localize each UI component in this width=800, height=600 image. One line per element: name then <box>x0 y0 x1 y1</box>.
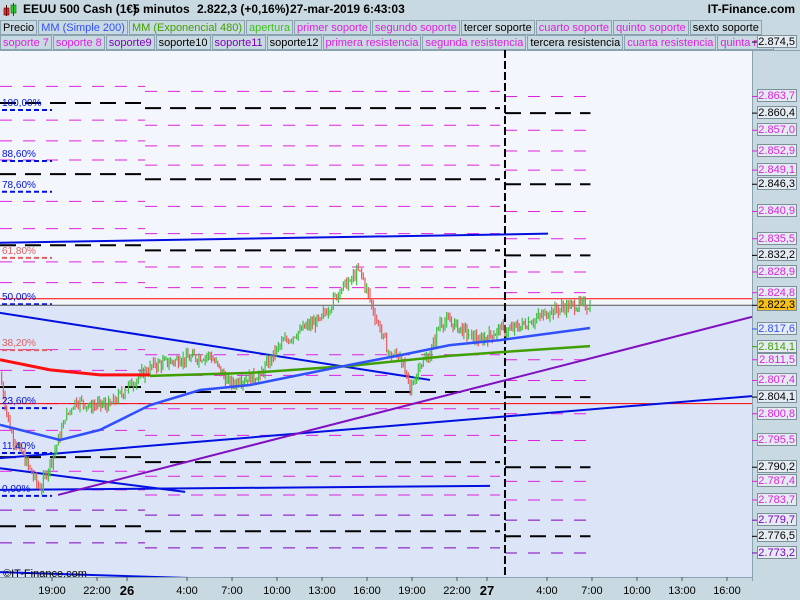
time-tick-label: 26 <box>119 583 135 598</box>
time-tick-label: 7:00 <box>581 585 603 597</box>
fib-label: 100,00% <box>2 98 42 110</box>
axis-border <box>752 50 753 581</box>
price-axis-label: 2.852,9 <box>757 143 797 157</box>
time-tick-label: 10:00 <box>263 585 291 597</box>
current-price-label: 2.822,3 <box>757 298 797 312</box>
price-axis-label: 2.779,7 <box>757 513 797 527</box>
time-tick-label: 27 <box>479 583 495 598</box>
price-axis-label: 2.828,9 <box>757 265 797 278</box>
price-axis-label: 2.857,0 <box>757 123 797 137</box>
price-axis-label: 2.832,2 <box>757 248 797 262</box>
time-tick-label: 19:00 <box>38 585 66 597</box>
price-axis-label: 2.860,4 <box>757 106 797 120</box>
plot-border <box>0 50 800 51</box>
time-tick-label: 4:00 <box>536 585 558 597</box>
price-chart[interactable] <box>0 0 800 600</box>
price-axis-label: 2.811,5 <box>757 352 797 366</box>
price-axis-label: 2.817,6 <box>757 322 797 335</box>
price-axis-label: 2.795,5 <box>757 433 797 447</box>
price-axis-label: 2.849,1 <box>757 163 797 177</box>
fib-label: 50,00% <box>2 292 36 304</box>
fib-label: 0,00% <box>2 483 31 495</box>
fib-label: 38,20% <box>2 338 36 350</box>
price-axis-label: 2.800,8 <box>757 406 797 420</box>
price-axis-label: 2.790,2 <box>757 460 797 474</box>
price-axis-label: 2.863,7 <box>757 89 797 103</box>
price-axis-label: 2.804,1 <box>757 390 797 404</box>
time-tick-label: 19:00 <box>398 585 426 597</box>
time-tick-label: 10:00 <box>623 585 651 597</box>
time-tick-label: 13:00 <box>308 585 336 597</box>
price-axis-label: 2.814,1 <box>757 339 797 353</box>
price-axis-label: 2.846,3 <box>757 177 797 191</box>
time-tick-label: 22:00 <box>443 585 471 597</box>
price-axis-label: 2.773,2 <box>757 545 797 559</box>
price-axis-label: 2.787,4 <box>757 474 797 488</box>
fib-label: 61,80% <box>2 245 36 257</box>
time-tick-label: 16:00 <box>353 585 381 597</box>
time-tick-label: 7:00 <box>221 585 243 597</box>
price-axis-label: 2.835,5 <box>757 231 797 245</box>
price-axis-label: 2.783,7 <box>757 492 797 506</box>
price-axis-label: 2.840,9 <box>757 204 797 218</box>
copyright: ©IT-Finance.com <box>3 568 87 580</box>
price-axis-label: 2.824,8 <box>757 285 797 299</box>
fib-label: 23,60% <box>2 396 36 408</box>
fib-label: 78,60% <box>2 179 36 191</box>
price-axis-label: 2.807,4 <box>757 373 797 387</box>
fib-label: 88,60% <box>2 148 36 160</box>
time-tick-label: 16:00 <box>713 585 741 597</box>
price-axis-label: 2.776,5 <box>757 529 797 543</box>
time-tick-label: 4:00 <box>176 585 198 597</box>
fib-label: 11,40% <box>2 441 36 453</box>
time-tick-label: 22:00 <box>83 585 111 597</box>
time-tick-label: 13:00 <box>668 585 696 597</box>
time-axis-border <box>0 577 752 578</box>
price-axis-label: 2.874,5 <box>757 35 797 48</box>
